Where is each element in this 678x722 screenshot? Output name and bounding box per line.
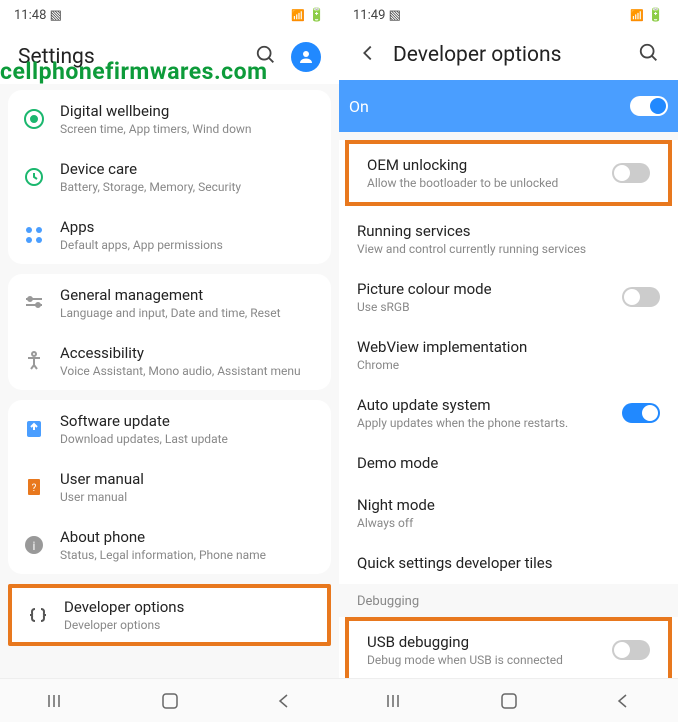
section-debugging: Debugging [339,584,678,613]
settings-item-developer[interactable]: Developer options Developer options [12,588,327,642]
dev-item-webview[interactable]: WebView implementation Chrome [339,326,678,384]
settings-list: Digital wellbeing Screen time, App timers… [0,84,339,678]
dev-item-running-services[interactable]: Running services View and control current… [339,210,678,268]
settings-item-apps[interactable]: Apps Default apps, App permissions [8,206,331,264]
profile-icon[interactable] [291,42,321,72]
nav-back[interactable] [269,687,297,715]
status-icons: 📶🔋 [291,8,325,23]
settings-item-about[interactable]: i About phone Status, Legal information, … [8,516,331,574]
about-icon: i [22,533,46,557]
status-bar: 11:48 ▧ 📶🔋 [0,0,339,30]
developer-icon [26,603,50,627]
developer-options-screen: 11:49 ▧ 📶🔋 Developer options On OEM unlo… [339,0,678,722]
item-title: Device care [60,160,317,178]
item-subtitle: Debug mode when USB is connected [367,653,600,667]
master-toggle-label: On [349,97,369,116]
dev-item-night-mode[interactable]: Night mode Always off [339,484,678,542]
settings-item-general[interactable]: General management Language and input, Da… [8,274,331,332]
item-title: About phone [60,528,317,546]
back-icon[interactable] [357,42,379,68]
svg-text:?: ? [32,483,37,494]
item-title: Quick settings developer tiles [357,554,660,572]
manual-icon: ? [22,475,46,499]
item-title: Picture colour mode [357,280,610,298]
item-subtitle: Language and input, Date and time, Reset [60,306,317,320]
item-subtitle: Screen time, App timers, Wind down [60,122,317,136]
master-toggle[interactable] [630,96,668,116]
item-subtitle: User manual [60,490,317,504]
usb-debug-toggle[interactable] [612,640,650,660]
svg-text:i: i [33,539,36,553]
item-subtitle: Default apps, App permissions [60,238,317,252]
status-icons: 📶🔋 [630,8,664,23]
nav-recents[interactable] [43,687,71,715]
oem-toggle[interactable] [612,163,650,183]
developer-header: Developer options [339,30,678,80]
dev-item-picture-colour[interactable]: Picture colour mode Use sRGB [339,268,678,326]
item-title: Running services [357,222,660,240]
item-subtitle: View and control currently running servi… [357,242,660,256]
item-subtitle: Battery, Storage, Memory, Security [60,180,317,194]
nav-bar [0,678,339,722]
item-title: Accessibility [60,344,317,362]
item-title: Night mode [357,496,660,514]
dev-item-demo-mode[interactable]: Demo mode [339,442,678,484]
nav-recents[interactable] [382,687,410,715]
item-title: Developer options [64,598,313,616]
item-subtitle: Status, Legal information, Phone name [60,548,317,562]
status-time: 11:49 ▧ [353,8,401,23]
nav-back[interactable] [608,687,636,715]
update-icon [22,417,46,441]
nav-bar [339,678,678,722]
item-title: Demo mode [357,454,660,472]
dev-item-auto-update[interactable]: Auto update system Apply updates when the… [339,384,678,442]
devicecare-icon [22,165,46,189]
auto-update-toggle[interactable] [622,403,660,423]
item-subtitle: Download updates, Last update [60,432,317,446]
accessibility-icon [22,349,46,373]
item-title: WebView implementation [357,338,660,356]
watermark-text: cellphonefirmwares.com [0,58,268,85]
apps-icon [22,223,46,247]
item-subtitle: Voice Assistant, Mono audio, Assistant m… [60,364,317,378]
settings-screen: 11:48 ▧ 📶🔋 Settings Digital wellbeingScr… [0,0,339,722]
nav-home[interactable] [156,687,184,715]
master-toggle-row[interactable]: On [339,80,678,132]
dev-item-quick-settings[interactable]: Quick settings developer tiles [339,542,678,584]
item-title: Digital wellbeing [60,102,317,120]
dev-item-oem-unlocking[interactable]: OEM unlocking Allow the bootloader to be … [349,144,668,202]
item-subtitle: Allow the bootloader to be unlocked [367,176,600,190]
dev-item-usb-debugging[interactable]: USB debugging Debug mode when USB is conn… [349,621,668,678]
settings-item-update[interactable]: Software update Download updates, Last up… [8,400,331,458]
developer-list: On OEM unlocking Allow the bootloader to … [339,80,678,678]
item-title: Software update [60,412,317,430]
item-subtitle: Apply updates when the phone restarts. [357,416,610,430]
item-subtitle: Developer options [64,618,313,632]
search-icon[interactable] [638,42,660,68]
status-time: 11:48 ▧ [14,8,62,23]
item-title: USB debugging [367,633,600,651]
status-bar: 11:49 ▧ 📶🔋 [339,0,678,30]
settings-item-accessibility[interactable]: Accessibility Voice Assistant, Mono audio… [8,332,331,390]
item-title: OEM unlocking [367,156,600,174]
general-icon [22,291,46,315]
picture-toggle[interactable] [622,287,660,307]
nav-home[interactable] [495,687,523,715]
item-title: User manual [60,470,317,488]
item-title: Auto update system [357,396,610,414]
item-title: General management [60,286,317,304]
item-subtitle: Use sRGB [357,300,610,314]
wellbeing-icon [22,107,46,131]
item-title: Apps [60,218,317,236]
settings-item-devicecare[interactable]: Device care Battery, Storage, Memory, Sec… [8,148,331,206]
page-title: Developer options [393,43,624,67]
item-subtitle: Always off [357,516,660,530]
settings-item-manual[interactable]: ? User manual User manual [8,458,331,516]
item-subtitle: Chrome [357,358,660,372]
settings-item-wellbeing[interactable]: Digital wellbeing Screen time, App timers… [8,90,331,148]
